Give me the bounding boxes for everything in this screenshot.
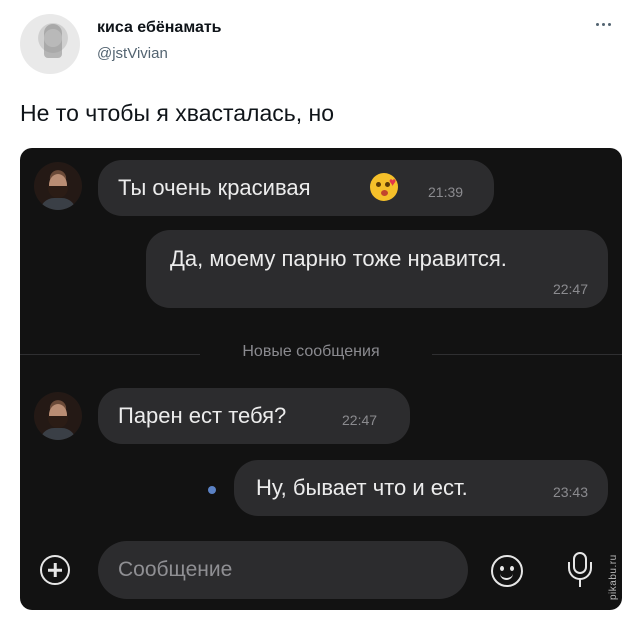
- more-options-icon[interactable]: [590, 16, 616, 32]
- message-text: Ты очень красивая: [118, 175, 311, 200]
- message-input[interactable]: Сообщение: [98, 541, 468, 599]
- message-bubble-outgoing: Да, моему парню тоже нравится. 22:47: [146, 230, 608, 308]
- tweet-text: Не то чтобы я хвасталась, но: [20, 100, 335, 126]
- message-bubble-incoming: Ты очень красивая ♥ 21:39: [98, 160, 494, 216]
- message-time: 22:47: [342, 412, 378, 428]
- message-time: 21:39: [428, 184, 464, 200]
- new-messages-divider: Новые сообщения: [242, 343, 380, 360]
- mic-icon[interactable]: [566, 550, 594, 590]
- message-time: 22:47: [552, 281, 588, 297]
- author-name[interactable]: киса ебёнамать: [97, 19, 222, 37]
- kissing-face-icon: ♥: [370, 173, 398, 201]
- contact-avatar: [34, 162, 82, 210]
- chat-screenshot: Ты очень красивая ♥ 21:39 Да, моему парн…: [20, 148, 622, 610]
- message-time: 23:43: [552, 484, 588, 500]
- message-bubble-incoming: Парен ест тебя? 22:47: [98, 388, 410, 444]
- author-avatar[interactable]: [20, 14, 80, 74]
- author-handle[interactable]: @jstVivian: [97, 45, 168, 62]
- smile-icon[interactable]: [491, 555, 523, 587]
- message-text: Да, моему парню тоже нравится.: [170, 246, 507, 271]
- message-text: Ну, бывает что и ест.: [256, 475, 468, 500]
- message-input-placeholder: Сообщение: [118, 558, 233, 581]
- message-bubble-outgoing: Ну, бывает что и ест. 23:43: [234, 460, 608, 516]
- divider-line: [432, 354, 622, 355]
- plus-icon[interactable]: [40, 555, 70, 585]
- message-text: Парен ест тебя?: [118, 403, 287, 428]
- contact-avatar: [34, 392, 82, 440]
- watermark: pikabu.ru: [608, 554, 619, 600]
- unread-indicator: [208, 486, 216, 494]
